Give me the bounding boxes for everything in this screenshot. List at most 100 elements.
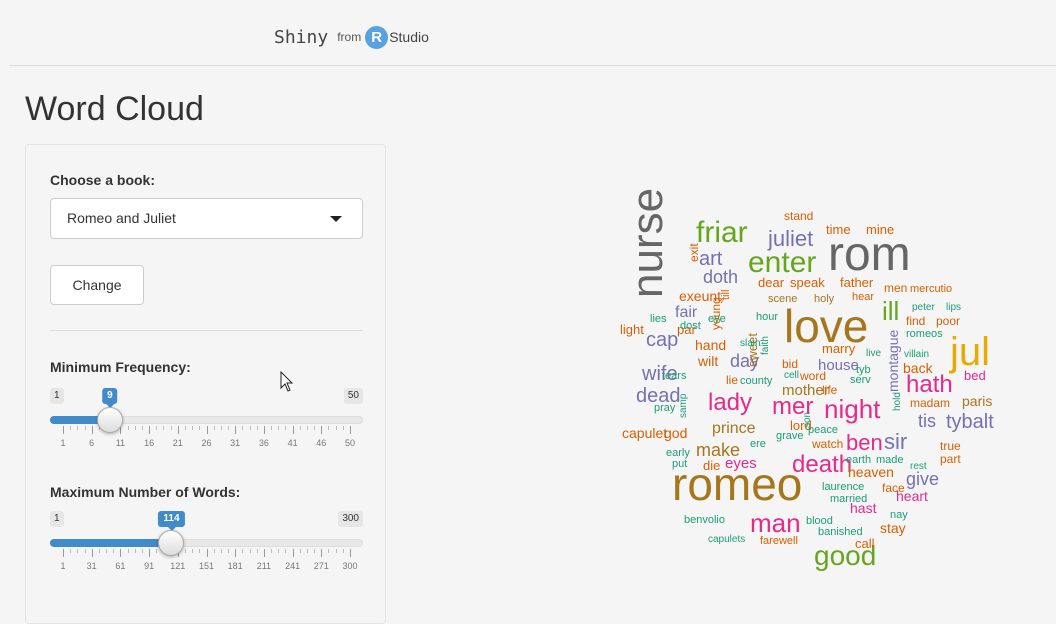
caret-down-icon [330, 216, 342, 222]
slider-minor-tick [256, 426, 258, 430]
cloud-word-capulet: capulet [622, 425, 667, 441]
cloud-word-man: man [750, 508, 801, 538]
book-select[interactable]: Romeo and Juliet [50, 198, 363, 239]
cloud-word-till: till [720, 290, 732, 300]
slider-minor-tick [306, 426, 308, 430]
slider-major-tick [149, 426, 151, 434]
slider-major-tick [235, 549, 237, 557]
cloud-word-scene: scene [768, 293, 797, 305]
slider-minor-tick [271, 549, 273, 553]
cloud-word-made: made [876, 454, 904, 466]
slider-minor-tick [314, 426, 316, 430]
cloud-word-holy: holy [814, 293, 835, 305]
slider-minor-tick [163, 426, 165, 430]
cloud-word-rest: rest [910, 461, 927, 472]
slider-minor-tick [84, 426, 86, 430]
slider-minor-tick [156, 549, 158, 553]
min-frequency-slider[interactable]: 1 50 9 1 6 11 16 21 26 31 36 41 46 50 [50, 388, 363, 498]
cloud-word-watch: watch [811, 437, 843, 451]
cloud-word-banished: banished [818, 526, 863, 538]
slider-minor-tick [342, 549, 344, 553]
r-logo-icon: R [365, 25, 389, 49]
cloud-word-hour: hour [756, 311, 778, 323]
slider-minor-tick [228, 549, 230, 553]
slider-max-label: 50 [343, 388, 363, 404]
slider-major-tick [350, 549, 351, 557]
slider-major-tick [235, 426, 237, 434]
max-words-slider[interactable]: 1 300 114 1 31 61 91 121 151 181 211 241 271 300 [50, 511, 363, 621]
cloud-word-hand: hand [695, 337, 726, 353]
slider-minor-tick [299, 549, 301, 553]
slider-minor-tick [84, 549, 86, 553]
slider-tick-label: 300 [342, 561, 358, 571]
slider-minor-tick [306, 549, 308, 553]
slider-minor-tick [335, 426, 337, 430]
slider-minor-tick [213, 549, 215, 553]
slider-minor-tick [127, 549, 129, 553]
max-words-label: Maximum Number of Words: [50, 484, 241, 500]
slider-minor-tick [228, 426, 230, 430]
cloud-word-faith: faith [760, 336, 771, 355]
cloud-word-romeos: romeos [906, 328, 943, 340]
cloud-word-juliet: juliet [767, 226, 813, 251]
slider-minor-tick [256, 549, 258, 553]
slider-major-tick [177, 426, 179, 434]
slider-tick-label: 11 [115, 438, 126, 448]
cloud-word-nay: nay [890, 509, 908, 521]
slider-tick-label: 211 [256, 561, 272, 571]
cloud-word-give: give [906, 469, 939, 489]
cloud-word-night: night [824, 394, 881, 424]
slider-tick-label: 151 [198, 561, 215, 571]
cloud-word-fair: fair [675, 304, 698, 321]
cloud-word-eyes: eyes [725, 455, 757, 472]
slider-major-tick [63, 549, 64, 557]
cloud-word-samp: samp [678, 393, 689, 418]
cloud-word-dear: dear [758, 275, 785, 290]
slider-tick-label: 271 [313, 561, 329, 571]
cloud-word-death: death [792, 451, 852, 478]
cloud-word-prince: prince [712, 420, 756, 437]
slider-major-tick [206, 426, 208, 434]
cloud-word-marry: marry [822, 341, 856, 356]
slider-handle[interactable] [96, 407, 123, 433]
slider-minor-tick [156, 426, 158, 430]
cloud-word-heaven: heaven [848, 464, 894, 480]
cloud-word-capulets: capulets [708, 534, 745, 545]
cloud-word-cell: cell [784, 370, 799, 381]
cloud-word-tybalt: tybalt [946, 411, 994, 433]
slider-minor-tick [106, 549, 108, 553]
slider-minor-tick [192, 549, 194, 553]
cloud-word-stand: stand [784, 209, 813, 223]
cloud-word-friar: friar [696, 216, 748, 249]
cloud-word-peace: peace [808, 424, 838, 436]
change-button[interactable]: Change [50, 265, 144, 305]
slider-max-label: 300 [338, 511, 363, 527]
slider-minor-tick [220, 549, 222, 553]
slider-minor-tick [134, 426, 136, 430]
slider-minor-tick [77, 426, 79, 430]
divider [50, 330, 363, 331]
slider-tick-label: 31 [230, 438, 241, 448]
cloud-word-live: live [866, 348, 881, 359]
slider-major-tick [263, 426, 265, 434]
cloud-word-bid: bid [782, 357, 798, 371]
cloud-word-peter: peter [912, 302, 935, 313]
mouse-cursor-icon [280, 371, 294, 392]
cloud-word-nurse: nurse [623, 188, 672, 298]
slider-major-tick [263, 549, 265, 557]
slider-minor-tick [213, 426, 215, 430]
slider-tick-label: 41 [287, 438, 298, 448]
cloud-word-face: face [882, 481, 905, 495]
slider-tick-label: 26 [201, 438, 212, 448]
cloud-word-hear: hear [852, 291, 874, 303]
slider-major-tick [321, 549, 323, 557]
cloud-word-ben: ben [846, 430, 883, 455]
slider-minor-tick [192, 426, 194, 430]
slider-minor-tick [271, 426, 273, 430]
slider-minor-tick [299, 426, 301, 430]
cloud-word-true: true [940, 439, 961, 453]
slider-handle[interactable] [158, 530, 185, 556]
cloud-word-god: god [664, 425, 687, 441]
slider-tick-label: 91 [144, 561, 155, 571]
cloud-word-tears: tears [662, 370, 687, 382]
